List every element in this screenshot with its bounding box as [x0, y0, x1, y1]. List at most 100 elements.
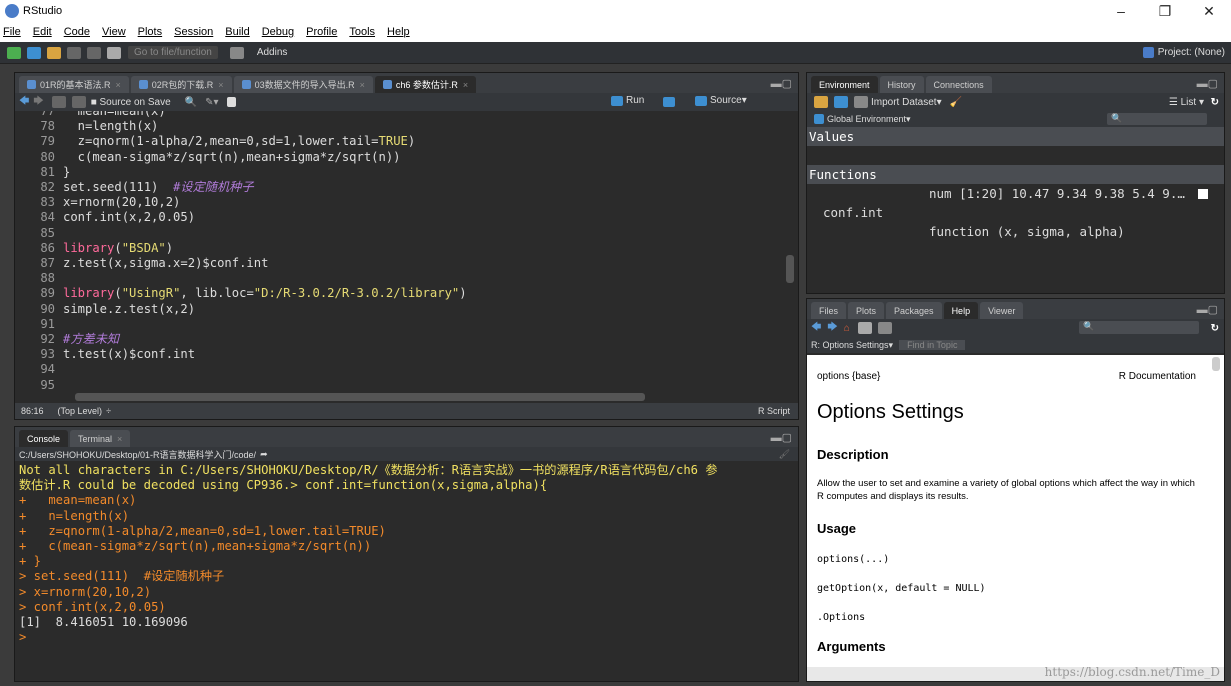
source-on-save-checkbox[interactable]: ■ Source on Save — [91, 97, 171, 108]
editor-pane: 01R的基本语法.R × 02R包的下载.R × 03数据文件的导入导出.R × ch… — [14, 72, 799, 420]
file-type-selector[interactable]: R Script — [758, 406, 790, 416]
code-line: z.test(x,sigma.x=2)$conf.int — [63, 256, 269, 271]
help-package-label: options {base} — [817, 371, 881, 382]
environment-search-input[interactable]: 🔍 — [1107, 113, 1207, 125]
editor-vertical-scrollbar[interactable] — [786, 255, 794, 283]
env-row-x[interactable]: x num [1:20] 10.47 9.34 9.38 5.4 9.… — [807, 146, 1224, 201]
show-in-window-icon[interactable] — [51, 96, 66, 108]
maximize-button[interactable]: ❐ — [1143, 0, 1187, 22]
addins-menu[interactable]: Addins — [257, 47, 288, 58]
search-icon[interactable]: 🔍 — [185, 97, 197, 108]
editor-tab[interactable]: 03数据文件的导入导出.R × — [233, 76, 373, 93]
pane-minmax-icon[interactable]: ▬▢ — [1197, 77, 1218, 90]
menu-edit[interactable]: Edit — [33, 26, 52, 38]
clear-workspace-broom-icon[interactable]: 🧹 — [950, 97, 962, 108]
back-arrow-icon[interactable]: 🡄 — [19, 94, 29, 111]
refresh-icon[interactable]: ↻ — [1211, 97, 1219, 108]
source-button[interactable]: Source ▾ — [692, 95, 747, 106]
tab-environment[interactable]: Environment — [811, 76, 878, 93]
print-icon[interactable] — [107, 46, 121, 59]
editor-tab[interactable]: 01R的基本语法.R × — [19, 76, 129, 93]
code-editor[interactable]: 77 78 79 80 81 82 83 84 85 86 87 88 89 90 91 92 93 94 95 m… — [15, 111, 785, 389]
save-icon[interactable] — [67, 46, 81, 59]
editor-horizontal-scrollbar[interactable] — [75, 393, 645, 401]
pane-minmax-icon[interactable]: ▬▢ — [771, 431, 792, 444]
menu-file[interactable]: File — [3, 26, 21, 38]
save-file-icon[interactable] — [71, 96, 86, 108]
global-environment-select[interactable]: Global Environment — [827, 114, 906, 124]
back-arrow-icon[interactable]: 🡄 — [811, 320, 821, 337]
code-line: simple.z.test(x,2) — [63, 301, 196, 316]
save-all-icon[interactable] — [87, 46, 101, 59]
editor-tab[interactable]: 02R包的下载.R × — [130, 76, 232, 93]
save-workspace-icon[interactable] — [834, 96, 848, 108]
tab-connections[interactable]: Connections — [925, 76, 992, 93]
close-tab-icon[interactable]: × — [116, 80, 121, 90]
close-button[interactable]: ✕ — [1187, 0, 1231, 22]
menu-help[interactable]: Help — [387, 26, 410, 38]
new-project-icon[interactable] — [27, 46, 41, 59]
tab-packages[interactable]: Packages — [886, 302, 942, 319]
menu-plots[interactable]: Plots — [138, 26, 162, 38]
find-in-topic-input[interactable]: Find in Topic — [899, 340, 966, 350]
tab-terminal[interactable]: Terminal × — [70, 430, 131, 447]
tab-help[interactable]: Help — [943, 302, 979, 319]
tab-history[interactable]: History — [879, 76, 924, 93]
goto-file-input[interactable]: Go to file/function — [128, 46, 218, 59]
refresh-icon[interactable]: ↻ — [1211, 323, 1219, 334]
new-file-icon[interactable] — [7, 46, 21, 59]
rerun-icon[interactable] — [663, 97, 675, 107]
help-scrollbar[interactable] — [1212, 357, 1220, 371]
view-function-icon[interactable] — [1198, 189, 1208, 199]
editor-tab-active[interactable]: ch6 参数估计.R × — [374, 76, 477, 93]
menu-profile[interactable]: Profile — [306, 26, 337, 38]
forward-arrow-icon[interactable]: 🡆 — [33, 94, 43, 111]
print-icon[interactable] — [857, 322, 872, 334]
env-row-conf-int[interactable]: conf.int function (x, sigma, alpha) — [807, 184, 1224, 239]
tab-files[interactable]: Files — [811, 302, 847, 319]
help-tabs: Files Plots Packages Help Viewer ▬▢ — [807, 299, 1224, 319]
load-workspace-icon[interactable] — [814, 96, 828, 108]
help-search-input[interactable]: 🔍 — [1079, 321, 1199, 334]
values-header: Values — [807, 127, 1224, 146]
menu-tools[interactable]: Tools — [349, 26, 375, 38]
compile-report-icon[interactable] — [226, 97, 236, 107]
tab-plots[interactable]: Plots — [848, 302, 885, 319]
menu-build[interactable]: Build — [225, 26, 249, 38]
console-line: + z=qnorm(1-alpha/2,mean=0,sd=1,lower.ta… — [19, 523, 386, 538]
code-line: t.test(x)$conf.int — [63, 347, 196, 362]
grid-icon[interactable] — [229, 46, 244, 59]
tab-console[interactable]: Console — [19, 430, 69, 447]
console-line: + } — [19, 554, 42, 569]
close-tab-icon[interactable]: × — [360, 80, 365, 90]
help-topic-select[interactable]: R: Options Settings — [811, 340, 889, 350]
menu-code[interactable]: Code — [64, 26, 90, 38]
code-tools-icon[interactable]: ✎▾ — [205, 97, 218, 108]
project-menu[interactable]: Project: (None) — [1142, 47, 1225, 58]
pane-minmax-icon[interactable]: ▬▢ — [1197, 303, 1218, 316]
list-view-button[interactable]: ☰ List ▾ — [1169, 97, 1204, 108]
minimize-button[interactable]: – — [1099, 0, 1143, 22]
console-line: Not all characters in C:/Users/SHOHOKU/D… — [19, 463, 718, 477]
tab-viewer[interactable]: Viewer — [980, 302, 1024, 319]
scope-indicator[interactable]: (Top Level) — [58, 406, 103, 416]
goto-directory-icon[interactable]: ➦ — [260, 449, 268, 460]
run-button[interactable]: Run — [608, 95, 644, 106]
import-dataset-button[interactable]: Import Dataset — [871, 97, 937, 108]
show-in-window-icon[interactable] — [877, 322, 892, 334]
close-tab-icon[interactable]: × — [218, 80, 223, 90]
clear-console-icon[interactable]: 🖌 — [779, 449, 790, 460]
menu-debug[interactable]: Debug — [262, 26, 294, 38]
menu-bar: File Edit Code View Plots Session Build … — [0, 22, 1231, 42]
home-icon[interactable]: ⌂ — [844, 323, 850, 334]
open-file-icon[interactable] — [47, 46, 61, 59]
menu-view[interactable]: View — [102, 26, 126, 38]
pane-minmax-icon[interactable]: ▬▢ — [771, 77, 792, 90]
console-output[interactable]: Not all characters in C:/Users/SHOHOKU/D… — [15, 463, 795, 681]
code-text: mean=mean(x) n=length(x) z=qnorm(1-alpha… — [63, 111, 467, 389]
close-tab-icon[interactable]: × — [463, 80, 468, 90]
close-tab-icon[interactable]: × — [117, 434, 122, 444]
forward-arrow-icon[interactable]: 🡆 — [827, 320, 837, 337]
menu-session[interactable]: Session — [174, 26, 213, 38]
